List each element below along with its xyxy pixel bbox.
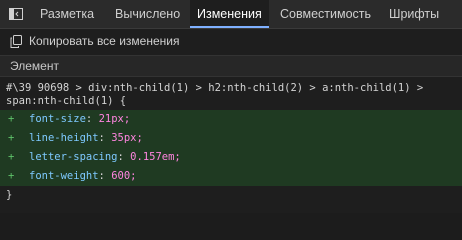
tab-compatibility[interactable]: Совместимость [280, 0, 371, 28]
declaration-property: line-height [29, 132, 99, 144]
changes-panel: Разметка Вычислено Изменения Совместимос… [0, 0, 462, 213]
added-declarations: + font-size: 21px; + line-height: 35px; … [0, 110, 462, 186]
changes-toolbar: Копировать все изменения [0, 29, 462, 53]
declaration-property: font-size [29, 113, 86, 125]
rule-closing-brace: } [6, 189, 13, 201]
copy-icon [10, 34, 22, 48]
tab-markup[interactable]: Разметка [40, 0, 94, 28]
rule-selector-line-1: #\39 90698 > div:nth-child(1) > h2:nth-c… [6, 82, 424, 94]
added-marker: + [8, 132, 15, 144]
copy-all-changes-button[interactable]: Копировать все изменения [10, 32, 179, 50]
added-marker: + [8, 170, 15, 182]
declaration-property: font-weight [29, 170, 99, 182]
rule-selector-line-2: span:nth-child(1) { [6, 95, 127, 107]
tab-bar: Разметка Вычислено Изменения Совместимос… [0, 0, 462, 29]
declaration-value: 0.157em; [130, 151, 181, 163]
tab-fonts[interactable]: Шрифты [389, 0, 439, 28]
declaration-value: 600; [111, 170, 137, 182]
added-marker: + [8, 151, 15, 163]
element-section-header[interactable]: Элемент [0, 55, 462, 77]
tab-computed[interactable]: Вычислено [115, 0, 180, 28]
declaration-value: 21px; [98, 113, 131, 125]
declaration-row: + line-height: 35px; [0, 129, 462, 148]
copy-all-changes-label: Копировать все изменения [29, 34, 180, 48]
added-marker: + [8, 113, 15, 125]
section-title: Элемент [10, 59, 59, 73]
declaration-row: + letter-spacing: 0.157em; [0, 148, 462, 167]
declaration-value: 35px; [111, 132, 143, 144]
dock-side-icon [9, 8, 23, 20]
declaration-row: + font-size: 21px; [0, 110, 462, 129]
tab-changes[interactable]: Изменения [190, 0, 269, 28]
declaration-property: letter-spacing [29, 151, 118, 163]
dock-side-button[interactable] [0, 0, 32, 28]
declaration-row: + font-weight: 600; [0, 167, 462, 186]
